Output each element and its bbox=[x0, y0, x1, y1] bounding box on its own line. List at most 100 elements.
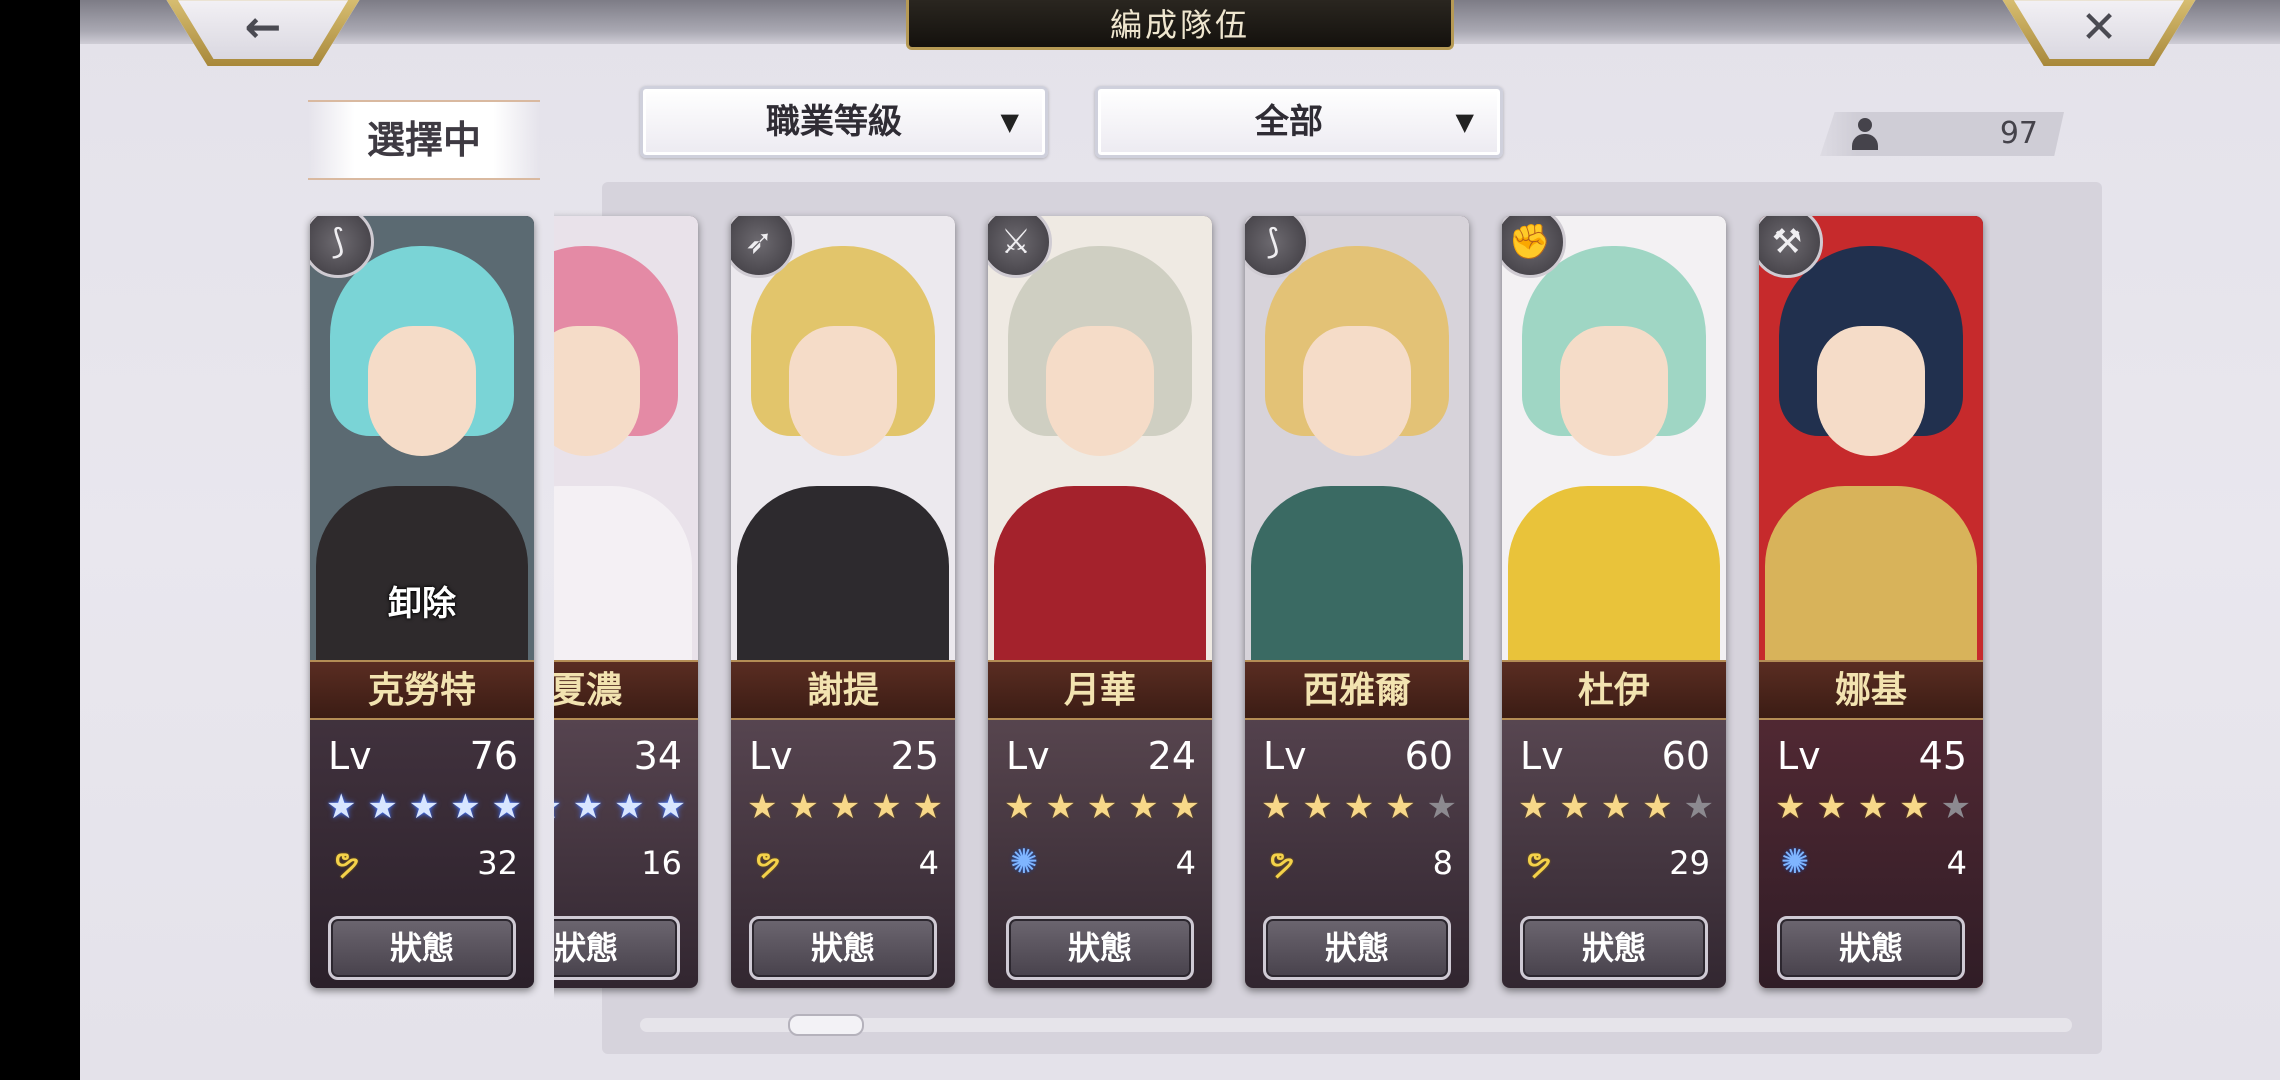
star-icon: ★ bbox=[1642, 787, 1673, 827]
star-icon: ★ bbox=[1045, 787, 1076, 827]
star-icon: ★ bbox=[1004, 787, 1035, 827]
character-name: 月華 bbox=[988, 660, 1212, 720]
star-icon: ★ bbox=[871, 787, 902, 827]
portrait-body bbox=[1765, 486, 1977, 666]
star-icon: ★ bbox=[912, 787, 943, 827]
chevron-down-icon: ▼ bbox=[1455, 108, 1474, 136]
level-value: 25 bbox=[890, 734, 939, 778]
level-label: Lv bbox=[1777, 734, 1821, 778]
wing-icon: ຯ bbox=[753, 842, 781, 882]
status-button[interactable]: 狀態 bbox=[554, 916, 680, 980]
character-name: 娜基 bbox=[1759, 660, 1983, 720]
rarity-stars: ★★★★★ bbox=[747, 790, 943, 824]
page-title: 編成隊伍 bbox=[906, 0, 1454, 50]
back-button[interactable]: ← bbox=[164, 0, 362, 66]
character-name: 西雅爾 bbox=[1245, 660, 1469, 720]
status-button[interactable]: 狀態 bbox=[1263, 916, 1451, 980]
star-icon: ★ bbox=[572, 787, 604, 827]
character-count: 97 bbox=[1820, 112, 2064, 156]
water-swirl-icon: ✺ bbox=[1780, 842, 1810, 882]
portrait-face bbox=[1303, 326, 1411, 456]
level-label: Lv bbox=[328, 734, 372, 778]
level-label: Lv bbox=[749, 734, 793, 778]
remove-label[interactable]: 卸除 bbox=[310, 576, 534, 625]
status-button[interactable]: 狀態 bbox=[1777, 916, 1965, 980]
star-icon: ★ bbox=[1302, 787, 1333, 827]
level-value: 24 bbox=[1147, 734, 1196, 778]
portrait-face bbox=[368, 326, 476, 456]
rarity-stars: ★★★★★ bbox=[1261, 790, 1457, 824]
status-button[interactable]: 狀態 bbox=[749, 916, 937, 980]
item-count: 29 bbox=[1669, 844, 1710, 882]
portrait-face bbox=[1817, 326, 1925, 456]
star-icon: ★ bbox=[747, 787, 778, 827]
item-count: 4 bbox=[1946, 844, 1967, 882]
level-value: 76 bbox=[469, 734, 518, 778]
water-swirl-icon: ✺ bbox=[1009, 842, 1039, 882]
level-value: 45 bbox=[1918, 734, 1967, 778]
wing-icon: ຯ bbox=[1524, 842, 1552, 882]
star-icon: ★ bbox=[1899, 787, 1930, 827]
back-arrow-icon: ← bbox=[244, 2, 282, 53]
star-icon: ★ bbox=[1128, 787, 1159, 827]
roster-scroll-thumb[interactable] bbox=[787, 1014, 864, 1036]
status-button[interactable]: 狀態 bbox=[1520, 916, 1708, 980]
portrait-face bbox=[1046, 326, 1154, 456]
character-card[interactable]: ⚒ 娜基 Lv 45 ★ ★ ★ ★ ★ ✺ 4 狀態 bbox=[1759, 216, 1983, 988]
star-icon: ★ bbox=[1343, 787, 1375, 827]
star-icon: ★ bbox=[1683, 787, 1714, 827]
character-stats: Lv 34 ★★★★★ ຯ 16 狀態 bbox=[554, 720, 698, 988]
portrait-body bbox=[994, 486, 1206, 666]
rarity-stars: ★★★★★ bbox=[326, 790, 522, 824]
character-name: 杜伊 bbox=[1502, 660, 1726, 720]
character-card[interactable]: ⟆ 西雅爾 Lv 60 ★ ★ ★ ★ ★ ຯ 8 狀態 bbox=[1245, 216, 1469, 988]
roster-list[interactable]: ⟆ 夏濃 Lv 34 ★★★★★ ຯ 16 狀態 ➶ 謝提 Lv 25 ★★★★… bbox=[554, 200, 1990, 1000]
character-card[interactable]: ✊ 杜伊 Lv 60 ★ ★ ★ ★ ★ ຯ 29 狀態 bbox=[1502, 216, 1726, 988]
level-value: 60 bbox=[1404, 734, 1453, 778]
character-count-value: 97 bbox=[1999, 116, 2038, 151]
portrait-body bbox=[737, 486, 949, 666]
character-portrait bbox=[731, 216, 955, 666]
item-count: 32 bbox=[477, 844, 518, 882]
star-icon: ★ bbox=[554, 790, 562, 824]
level-value: 34 bbox=[633, 734, 682, 778]
close-button[interactable]: ✕ bbox=[2000, 0, 2198, 66]
character-stats: Lv 76 ★ ★ ★ ★ ★ ຯ 32 狀態 bbox=[310, 720, 534, 988]
filter-all-dropdown[interactable]: 全部 ▼ bbox=[1095, 86, 1503, 158]
character-stats: Lv 45 ★ ★ ★ ★ ★ ✺ 4 狀態 bbox=[1759, 720, 1983, 988]
star-icon: ★ bbox=[408, 787, 440, 827]
character-stats: Lv 25 ★ ★ ★ ★ ★ ຯ 4 狀態 bbox=[731, 720, 955, 988]
selecting-label: 選擇中 bbox=[308, 100, 540, 180]
status-button[interactable]: 狀態 bbox=[328, 916, 516, 980]
item-count: 4 bbox=[1175, 844, 1196, 882]
star-icon: ★ bbox=[326, 787, 357, 827]
level-label: Lv bbox=[1006, 734, 1050, 778]
star-icon: ★ bbox=[1775, 787, 1806, 827]
rarity-stars: ★★★★★ bbox=[1004, 790, 1200, 824]
character-name: 夏濃 bbox=[554, 660, 698, 720]
status-button[interactable]: 狀態 bbox=[1006, 916, 1194, 980]
selected-character-card[interactable]: ⟆ 卸除 克勞特 Lv 76 ★ ★ ★ ★ ★ ຯ 32 狀態 bbox=[310, 216, 534, 988]
character-stats: Lv 24 ★ ★ ★ ★ ★ ✺ 4 狀態 bbox=[988, 720, 1212, 988]
wing-icon: ຯ bbox=[1267, 842, 1295, 882]
star-icon: ★ bbox=[1940, 787, 1971, 827]
rarity-stars: ★★★★★ bbox=[554, 790, 686, 824]
star-icon: ★ bbox=[1385, 787, 1416, 827]
star-icon: ★ bbox=[655, 787, 686, 827]
job-level-sort-dropdown[interactable]: 職業等級 ▼ bbox=[640, 86, 1048, 158]
star-icon: ★ bbox=[1518, 787, 1549, 827]
star-icon: ★ bbox=[788, 787, 819, 827]
star-icon: ★ bbox=[829, 787, 861, 827]
character-card[interactable]: ⟆ 夏濃 Lv 34 ★★★★★ ຯ 16 狀態 bbox=[554, 216, 698, 988]
star-icon: ★ bbox=[491, 787, 522, 827]
character-portrait bbox=[1502, 216, 1726, 666]
character-card[interactable]: ➶ 謝提 Lv 25 ★ ★ ★ ★ ★ ຯ 4 狀態 bbox=[731, 216, 955, 988]
character-portrait bbox=[1759, 216, 1983, 666]
item-count: 8 bbox=[1432, 844, 1453, 882]
dropdown-value: 職業等級 bbox=[766, 102, 902, 142]
character-portrait bbox=[1245, 216, 1469, 666]
character-name: 克勞特 bbox=[310, 660, 534, 720]
character-portrait bbox=[554, 216, 698, 666]
character-card[interactable]: ⚔ 月華 Lv 24 ★ ★ ★ ★ ★ ✺ 4 狀態 bbox=[988, 216, 1212, 988]
star-icon: ★ bbox=[1600, 787, 1632, 827]
